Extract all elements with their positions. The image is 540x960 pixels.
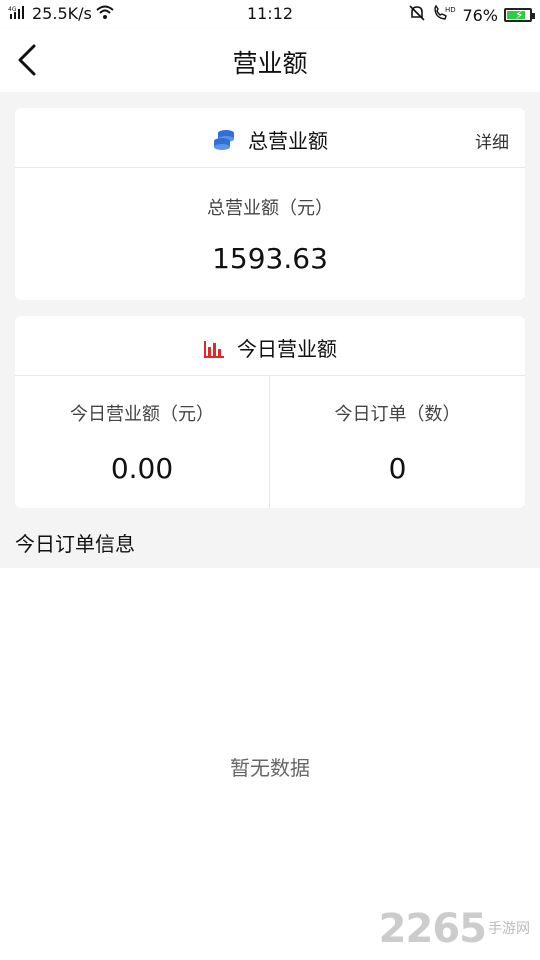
today-revenue-card: 今日营业额 今日营业额（元） 0.00 今日订单（数） 0: [15, 316, 525, 508]
today-revenue-label: 今日营业额（元）: [70, 404, 214, 425]
orders-section-title: 今日订单信息: [15, 532, 135, 556]
total-revenue-title: 总营业额: [248, 129, 328, 153]
battery-percent: 76%: [462, 5, 498, 25]
battery-icon: ⚡: [504, 8, 535, 22]
hd-call-icon: HD: [432, 4, 456, 26]
status-bar: 4G 25.5K/s 11:12 HD 76% ⚡: [0, 0, 540, 28]
total-revenue-header: 总营业额 详细: [15, 108, 525, 168]
watermark-logo: 2265 手游网: [379, 906, 530, 952]
today-revenue-value: 0.00: [110, 452, 174, 485]
coins-icon: [212, 129, 236, 156]
today-revenue-header: 今日营业额: [15, 316, 525, 376]
today-revenue-title: 今日营业额: [237, 337, 337, 361]
bell-muted-icon: [408, 4, 426, 26]
total-revenue-title-wrap: 总营业额: [15, 125, 525, 156]
today-orders-cell: 今日订单（数） 0: [270, 376, 525, 508]
total-revenue-label: 总营业额（元）: [207, 198, 333, 219]
total-revenue-value: 1593.63: [212, 242, 328, 275]
watermark-number: 2265: [378, 906, 487, 952]
watermark-text: 手游网: [488, 921, 530, 937]
empty-state-text: 暂无数据: [230, 756, 310, 780]
page-title: 营业额: [232, 49, 308, 78]
hd-label: HD: [445, 6, 456, 14]
today-orders-value: 0: [388, 452, 407, 485]
total-revenue-card: 总营业额 详细 总营业额（元） 1593.63: [15, 108, 525, 300]
bar-chart-icon: [203, 339, 225, 364]
today-revenue-title-wrap: 今日营业额: [15, 333, 525, 364]
detail-link[interactable]: 详细: [475, 128, 509, 153]
status-right: HD 76% ⚡: [408, 4, 535, 26]
today-orders-label: 今日订单（数）: [334, 404, 461, 425]
content-area: 总营业额 详细 总营业额（元） 1593.63 今日营业额 今日营业额（元） 0…: [0, 92, 540, 568]
nav-bar: 营业额: [0, 28, 540, 92]
today-revenue-cell: 今日营业额（元） 0.00: [15, 376, 270, 508]
